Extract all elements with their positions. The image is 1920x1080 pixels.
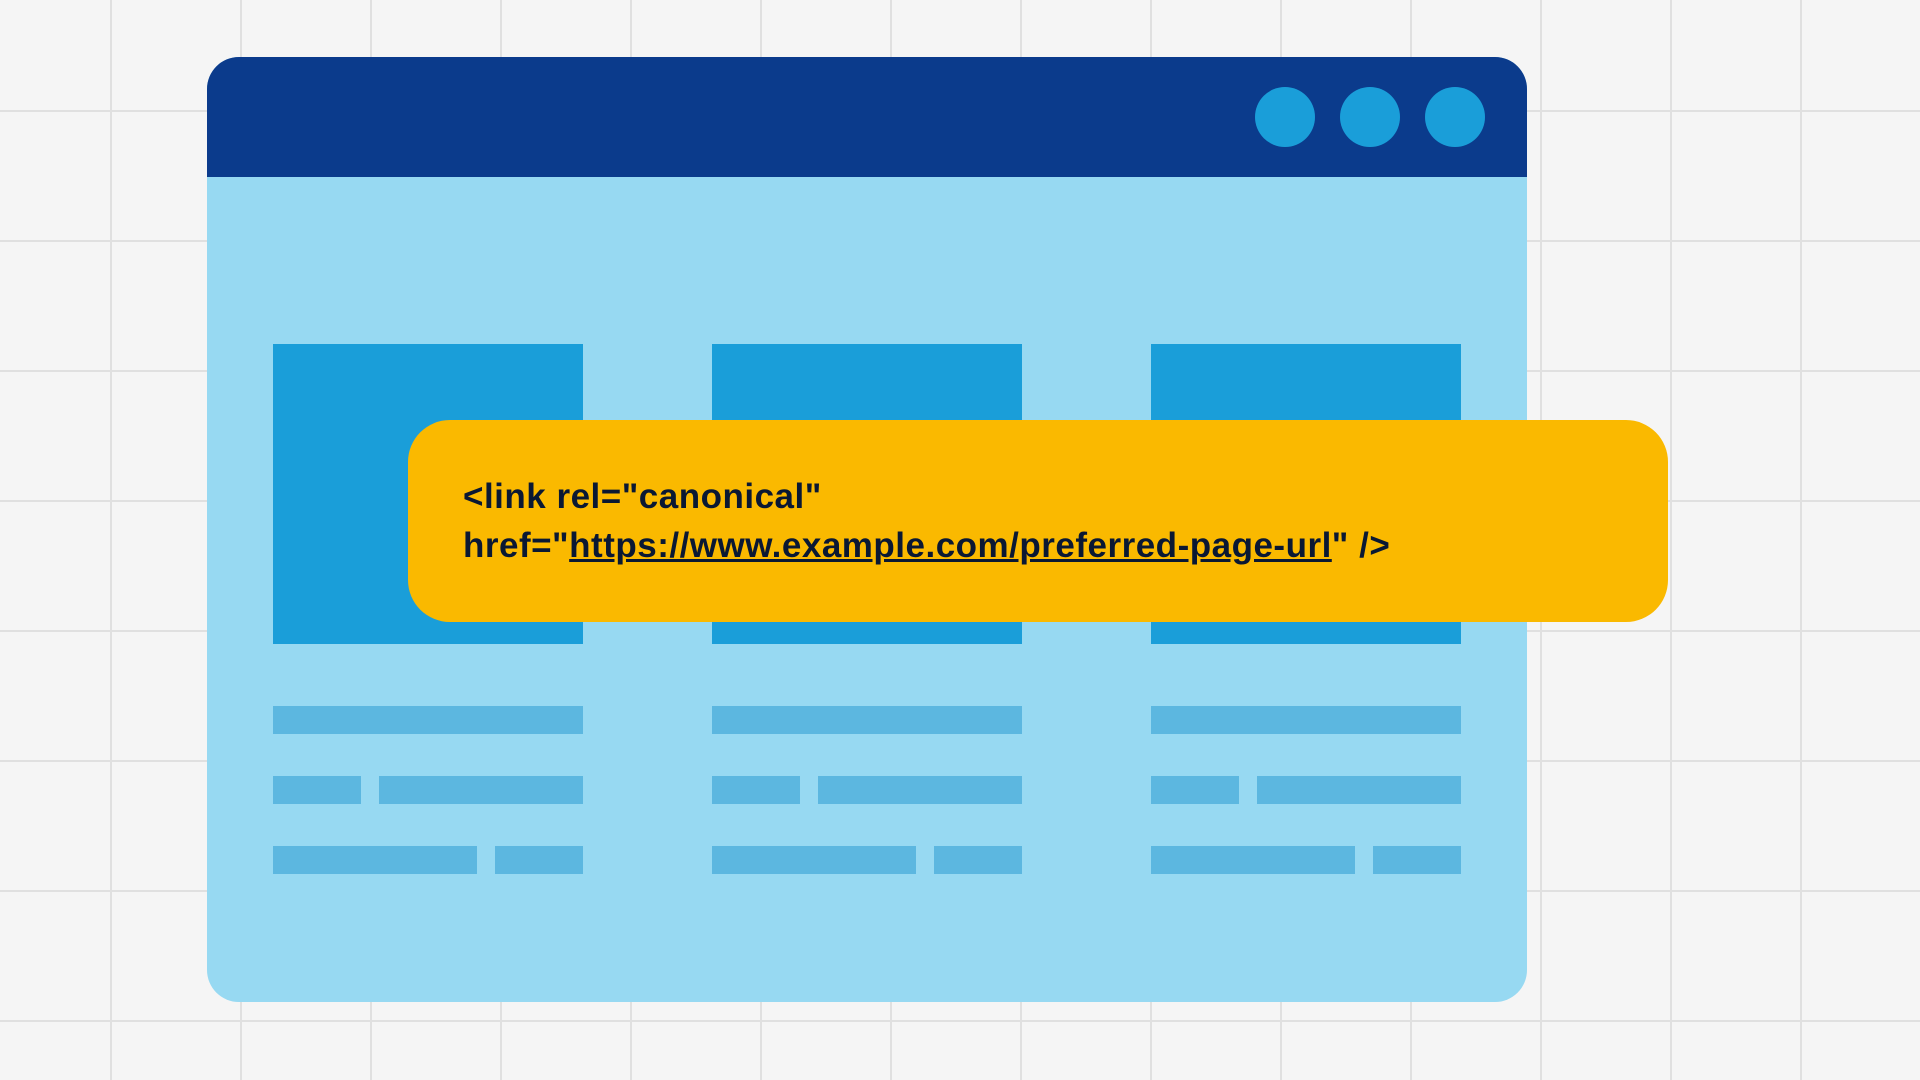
window-control-dot-icon: [1255, 87, 1315, 147]
code-prefix: <link rel="canonical": [463, 477, 822, 516]
text-segment-placeholder: [1257, 776, 1461, 804]
diagram-canvas: <link rel="canonical" href="https://www.…: [0, 0, 1920, 1080]
code-line-1: <link rel="canonical": [463, 472, 1613, 521]
browser-titlebar: [207, 57, 1527, 177]
code-line-2: href="https://www.example.com/preferred-…: [463, 521, 1613, 570]
text-segment-placeholder: [273, 846, 477, 874]
text-segment-placeholder: [1151, 846, 1355, 874]
code-suffix: " />: [1332, 526, 1390, 565]
text-line-placeholder: [273, 706, 583, 734]
text-line-row: [1151, 776, 1461, 804]
text-segment-placeholder: [1151, 776, 1239, 804]
canonical-link-tooltip: <link rel="canonical" href="https://www.…: [408, 420, 1668, 622]
window-control-dot-icon: [1340, 87, 1400, 147]
text-line-row: [712, 776, 1022, 804]
window-controls: [1255, 87, 1485, 147]
text-line-row: [712, 846, 1022, 874]
text-segment-placeholder: [712, 846, 916, 874]
text-line-row: [273, 776, 583, 804]
code-href-label: href=": [463, 526, 569, 565]
text-line-placeholder: [712, 706, 1022, 734]
text-segment-placeholder: [934, 846, 1022, 874]
text-segment-placeholder: [379, 776, 583, 804]
text-segment-placeholder: [818, 776, 1022, 804]
window-control-dot-icon: [1425, 87, 1485, 147]
text-line-row: [1151, 846, 1461, 874]
text-line-placeholder: [1151, 706, 1461, 734]
text-line-row: [273, 846, 583, 874]
text-segment-placeholder: [1373, 846, 1461, 874]
code-url: https://www.example.com/preferred-page-u…: [569, 526, 1332, 565]
text-segment-placeholder: [712, 776, 800, 804]
text-segment-placeholder: [495, 846, 583, 874]
text-segment-placeholder: [273, 776, 361, 804]
